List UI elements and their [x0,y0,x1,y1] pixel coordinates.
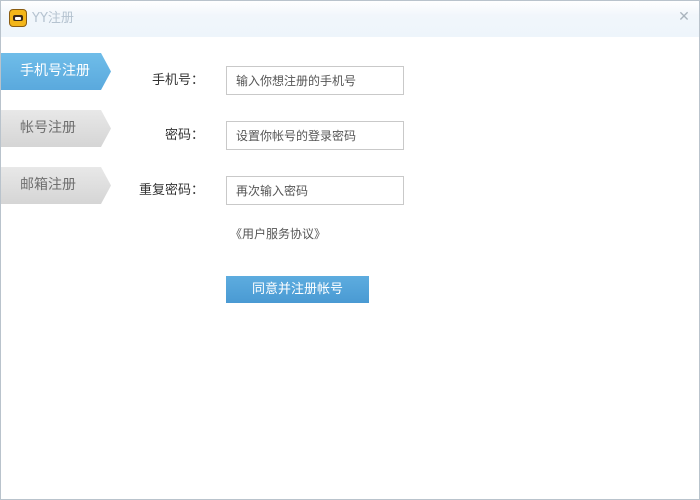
phone-input[interactable] [226,66,404,95]
window-title: YY注册 [32,11,74,26]
close-icon[interactable]: ✕ [676,9,692,25]
title-bar: YY注册 ✕ [1,1,699,37]
yy-logo-icon [9,9,27,27]
agree-register-button[interactable]: 同意并注册帐号 [226,276,369,303]
user-agreement-link[interactable]: 《用户服务协议》 [230,225,326,242]
register-window: YY注册 ✕ 手机号注册 帐号注册 邮箱注册 手机号： 密码： 重复密码： 《用… [0,0,700,500]
tab-email-register[interactable]: 邮箱注册 [1,167,111,204]
password-input[interactable] [226,121,404,150]
tab-phone-register[interactable]: 手机号注册 [1,53,111,90]
password-label: 密码： [164,128,204,143]
tab-account-register[interactable]: 帐号注册 [1,110,111,147]
confirm-password-input[interactable] [226,176,404,205]
phone-label: 手机号： [151,73,204,88]
confirm-password-label: 重复密码： [138,183,204,198]
